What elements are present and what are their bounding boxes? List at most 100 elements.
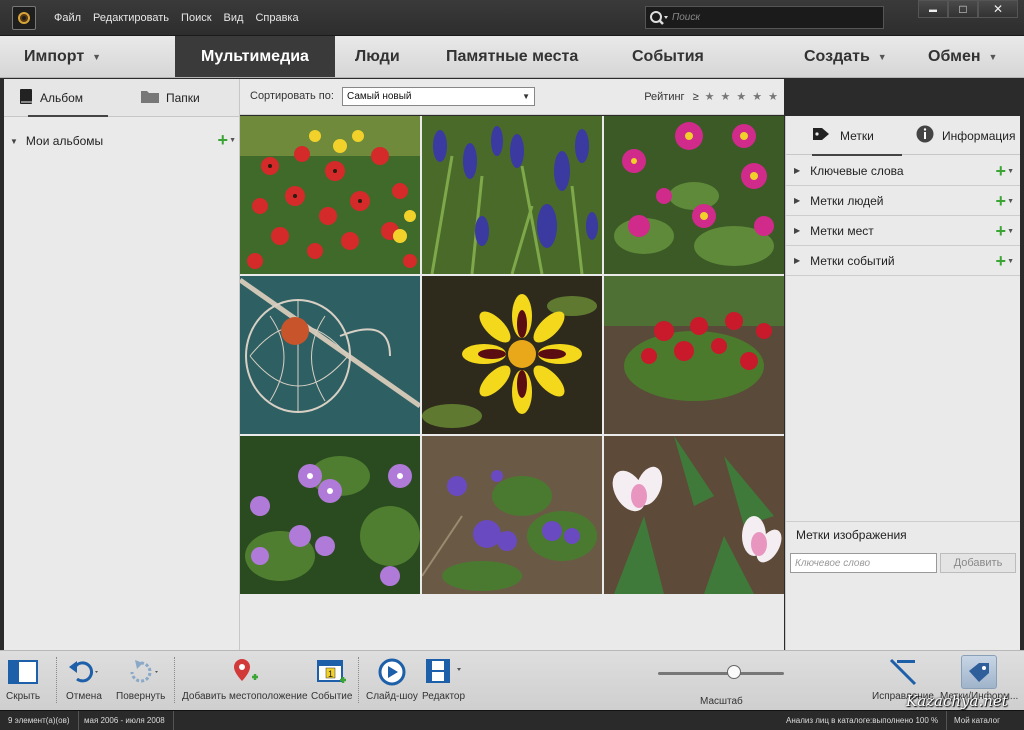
photo-thumbnail[interactable] <box>422 276 602 434</box>
tab-places[interactable]: Памятные места <box>436 36 588 77</box>
chevron-down-icon: ▼ <box>1007 227 1014 235</box>
maximize-button[interactable]: □ <box>948 0 978 18</box>
expand-triangle-icon: ▶ <box>794 226 801 235</box>
menu-view[interactable]: Вид <box>218 12 250 24</box>
add-album-button[interactable]: + ▼ <box>218 131 236 149</box>
zoom-label: Масштаб <box>700 696 743 707</box>
tab-media[interactable]: Мультимедиа <box>175 36 335 77</box>
event-button[interactable]: 1 Событие <box>311 655 352 702</box>
import-menu[interactable]: Импорт ▼ <box>14 36 111 77</box>
sort-value: Самый новый <box>347 91 412 102</box>
editor-button[interactable]: Редактор <box>422 655 465 702</box>
search-input[interactable] <box>672 12 872 23</box>
window-controls: ▬ □ ✕ <box>918 0 1018 18</box>
tab-folders[interactable]: Папки <box>140 79 200 116</box>
chevron-down-icon: ▼ <box>92 51 102 62</box>
minimize-button[interactable]: ▬ <box>918 0 948 18</box>
event-tags-label: Метки событий <box>810 253 895 268</box>
photo-thumbnail[interactable] <box>604 436 784 594</box>
my-albums-row[interactable]: ▼ Мои альбомы + ▼ <box>4 131 236 151</box>
slideshow-button[interactable]: Слайд-шоу <box>366 655 418 702</box>
tab-folders-label: Папки <box>166 90 200 105</box>
plus-icon: + <box>217 130 229 150</box>
close-button[interactable]: ✕ <box>978 0 1018 18</box>
star-icon[interactable]: ★ <box>736 90 746 103</box>
add-location-button[interactable]: Добавить местоположение <box>182 655 308 702</box>
photo-thumbnail[interactable] <box>604 276 784 434</box>
share-menu[interactable]: Обмен ▼ <box>918 36 1007 77</box>
photo-thumbnail[interactable] <box>240 436 420 594</box>
face-analysis-status: Анализ лиц в каталоге:выполнено 100 % <box>778 711 948 730</box>
add-place-tag-button[interactable]: + ▼ <box>996 222 1014 240</box>
add-keyword-submit-button[interactable]: Добавить <box>940 553 1016 573</box>
tab-album[interactable]: Альбом <box>18 79 109 117</box>
photo-thumbnail[interactable] <box>422 116 602 274</box>
star-icon[interactable]: ★ <box>752 90 762 103</box>
menu-edit[interactable]: Редактировать <box>87 12 175 24</box>
sort-bar: Сортировать по: Самый новый ▼ Рейтинг ≥ … <box>240 79 784 115</box>
tag-panel-icon <box>961 655 998 689</box>
people-tags-row[interactable]: ▶ Метки людей + ▼ <box>786 186 1020 216</box>
photo-thumbnail[interactable] <box>240 276 420 434</box>
photo-thumbnail[interactable] <box>422 436 602 594</box>
people-tags-label: Метки людей <box>810 193 884 208</box>
undo-icon <box>67 655 101 689</box>
undo-button[interactable]: Отмена <box>66 655 102 702</box>
star-icon[interactable]: ★ <box>705 90 715 103</box>
sort-select[interactable]: Самый новый ▼ <box>342 87 535 106</box>
left-panel: Альбом Папки ▼ Мои альбомы + ▼ <box>4 79 240 650</box>
catalog-name[interactable]: Мой каталог <box>946 711 1008 730</box>
album-icon <box>18 88 34 108</box>
search-box[interactable] <box>645 6 884 29</box>
separator <box>56 657 57 703</box>
rotate-button[interactable]: Повернуть <box>116 655 165 702</box>
zoom-slider-track[interactable] <box>658 672 784 675</box>
tab-info[interactable]: Информация <box>916 116 1015 155</box>
plus-icon: + <box>995 251 1007 271</box>
date-range: мая 2006 - июля 2008 <box>76 711 174 730</box>
menu-help[interactable]: Справка <box>249 12 304 24</box>
tab-people[interactable]: Люди <box>345 36 410 77</box>
tab-info-label: Информация <box>942 128 1016 143</box>
search-icon <box>646 7 672 28</box>
place-tags-row[interactable]: ▶ Метки мест + ▼ <box>786 216 1020 246</box>
expand-triangle-icon: ▶ <box>794 166 801 175</box>
create-menu[interactable]: Создать ▼ <box>794 36 897 77</box>
add-event-tag-button[interactable]: + ▼ <box>996 252 1014 270</box>
item-count: 9 элемент(а)(ов) <box>0 711 79 730</box>
keywords-row[interactable]: ▶ Ключевые слова + ▼ <box>786 156 1020 186</box>
main-navigation: Импорт ▼ Мультимедиа Люди Памятные места … <box>0 36 1024 78</box>
separator <box>174 657 175 703</box>
location-pin-icon <box>230 655 260 689</box>
event-tags-row[interactable]: ▶ Метки событий + ▼ <box>786 246 1020 276</box>
rating-operator[interactable]: ≥ <box>693 91 699 103</box>
star-icon[interactable]: ★ <box>768 90 778 103</box>
rating-filter: Рейтинг ≥ ★ ★ ★ ★ ★ <box>644 90 784 104</box>
hide-panel-button[interactable]: Скрыть <box>6 655 40 702</box>
folder-icon <box>140 88 160 107</box>
menu-find[interactable]: Поиск <box>175 12 217 24</box>
expand-triangle-icon: ▼ <box>10 136 18 146</box>
tab-events[interactable]: События <box>622 36 714 77</box>
editor-label: Редактор <box>422 691 466 702</box>
chevron-down-icon: ▼ <box>1007 197 1014 205</box>
status-bar: 9 элемент(а)(ов) мая 2006 - июля 2008 Ан… <box>0 710 1024 730</box>
photo-thumbnail[interactable] <box>604 116 784 274</box>
star-icon[interactable]: ★ <box>721 90 731 103</box>
plus-icon: + <box>995 191 1007 211</box>
photo-thumbnail[interactable] <box>240 116 420 274</box>
info-icon <box>916 125 934 146</box>
event-label: Событие <box>311 691 353 702</box>
keyword-input[interactable] <box>790 553 937 573</box>
add-people-tag-button[interactable]: + ▼ <box>996 192 1014 210</box>
zoom-slider-thumb[interactable] <box>727 665 741 679</box>
keywords-label: Ключевые слова <box>810 163 904 178</box>
share-label: Обмен <box>928 47 981 65</box>
chevron-down-icon: ▼ <box>877 51 887 62</box>
menu-file[interactable]: Файл <box>48 12 87 24</box>
add-keyword-button[interactable]: + ▼ <box>996 162 1014 180</box>
right-panel-tabs: Метки Информация <box>786 116 1020 156</box>
chevron-down-icon: ▼ <box>1007 167 1014 175</box>
left-panel-tabs: Альбом Папки <box>4 79 239 117</box>
tab-tags[interactable]: Метки <box>812 116 902 156</box>
